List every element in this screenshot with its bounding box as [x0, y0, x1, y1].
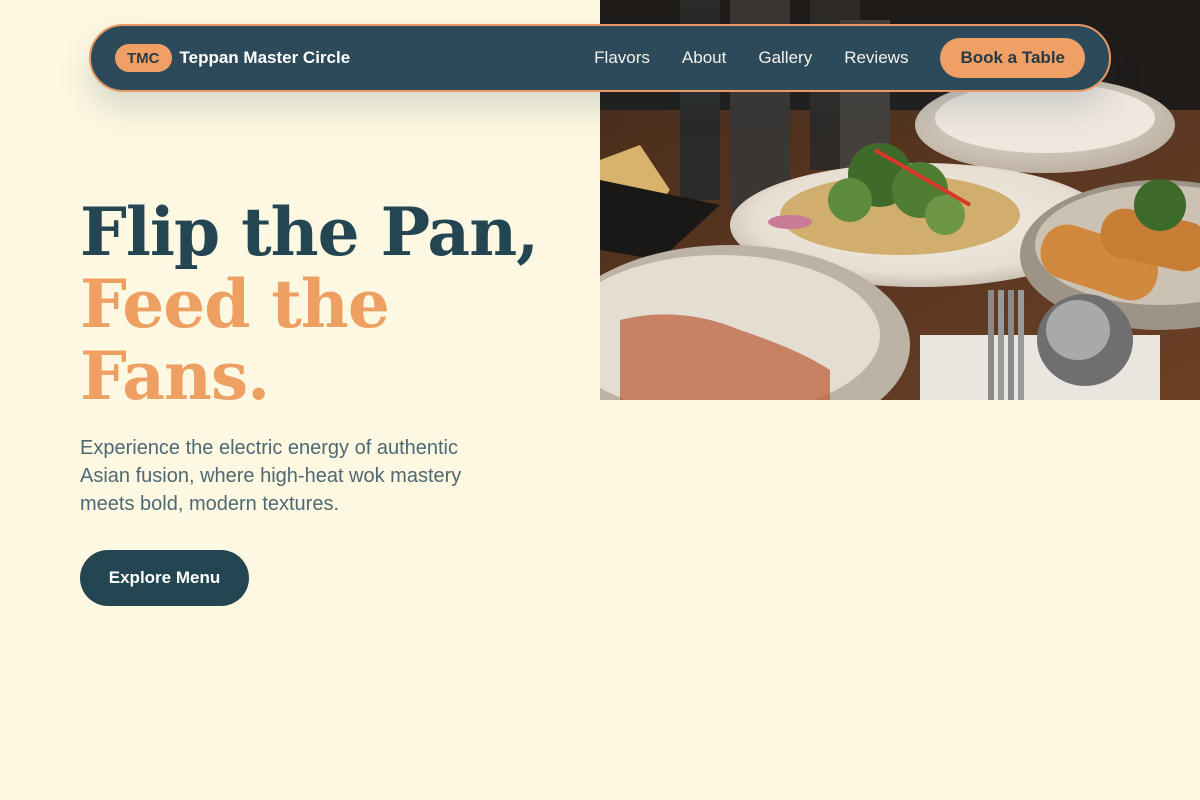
hero-title: Flip the Pan, Feed the Fans.	[80, 196, 580, 412]
brand-logo-badge[interactable]: TMC	[115, 44, 172, 72]
explore-menu-button[interactable]: Explore Menu	[80, 550, 249, 606]
hero-title-line1: Flip the Pan,	[80, 193, 539, 271]
nav-link-flavors[interactable]: Flavors	[594, 48, 650, 68]
brand-name[interactable]: Teppan Master Circle	[180, 48, 351, 68]
nav-link-about[interactable]: About	[682, 48, 726, 68]
nav-link-reviews[interactable]: Reviews	[844, 48, 908, 68]
top-navbar: TMC Teppan Master Circle Flavors About G…	[89, 24, 1111, 92]
hero-subtitle: Experience the electric energy of authen…	[80, 437, 462, 515]
book-table-button[interactable]: Book a Table	[940, 38, 1085, 78]
nav-link-gallery[interactable]: Gallery	[758, 48, 812, 68]
hero-title-line2: Feed the Fans.	[80, 265, 390, 415]
nav-links: Flavors About Gallery Reviews Book a Tab…	[594, 38, 1085, 78]
